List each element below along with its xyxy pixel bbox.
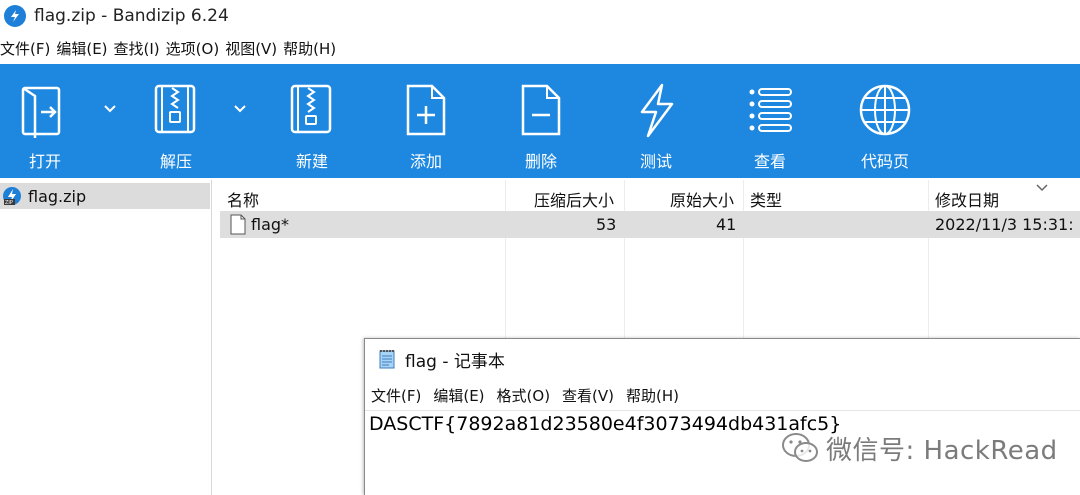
notepad-window: flag - 记事本 文件(F) 编辑(E) 格式(O) 查看(V) 帮助(H)… [364,338,1080,495]
column-header-compressed-size[interactable]: 压缩后大小 [534,187,614,211]
notepad-titlebar: flag - 记事本 [365,339,1080,379]
watermark-text: 微信号: HackRead [826,435,1058,466]
extract-dropdown-chevron-icon[interactable] [232,104,248,114]
bandizip-app-icon [4,5,26,27]
new-archive-button[interactable]: 新建 [262,64,362,178]
view-button[interactable]: 查看 [720,64,820,178]
delete-label: 删除 [524,152,557,171]
test-lightning-icon [640,83,674,138]
notepad-divider [365,410,1080,411]
sort-chevron-down-icon [1036,184,1048,192]
menu-edit[interactable]: 编辑(E) [56,38,111,59]
file-icon [230,214,246,235]
codepage-button[interactable]: 代码页 [835,64,935,178]
open-dropdown-chevron-icon[interactable] [102,104,118,114]
view-list-icon [749,88,792,132]
zip-archive-icon: ZIP [3,187,21,206]
list-header: 名称 压缩后大小 原始大小 类型 修改日期 [218,180,1080,210]
menu-bar: 文件(F) 编辑(E) 查找(I) 选项(O) 视图(V) 帮助(H) [0,34,342,62]
menu-help[interactable]: 帮助(H) [283,38,340,59]
cell-modified: 2022/11/3 15:31: [935,215,1074,234]
column-header-modified[interactable]: 修改日期 [935,187,999,211]
tree-item-flag-zip[interactable]: ZIP flag.zip [0,183,210,209]
watermark: 微信号: HackRead [780,430,1058,466]
svg-text:ZIP: ZIP [5,200,13,206]
new-archive-icon [290,84,332,134]
open-button[interactable]: 打开 [0,64,95,178]
open-label: 打开 [28,152,61,171]
notepad-menu-help[interactable]: 帮助(H) [626,385,679,406]
folder-tree: ZIP flag.zip [0,180,212,495]
cell-original-size: 41 [716,215,737,234]
cell-compressed-size: 53 [596,215,617,234]
cell-name: flag* [251,215,290,234]
menu-file[interactable]: 文件(F) [0,38,54,59]
codepage-globe-icon [859,84,911,136]
notepad-menu-edit[interactable]: 编辑(E) [433,385,484,406]
codepage-label: 代码页 [860,152,909,171]
column-header-type[interactable]: 类型 [750,187,782,211]
column-header-original-size[interactable]: 原始大小 [670,187,734,211]
notepad-title: flag - 记事本 [405,351,505,372]
new-archive-label: 新建 [295,152,328,171]
open-icon [21,86,61,138]
test-button[interactable]: 测试 [606,64,706,178]
tree-item-label: flag.zip [28,186,87,206]
window-titlebar: flag.zip - Bandizip 6.24 [0,0,1080,32]
toolbar: 打开 解压 新建 添加 删除 测试 查看 代码页 [0,64,1080,178]
extract-icon [154,84,196,134]
wechat-icon [782,433,818,462]
add-button[interactable]: 添加 [376,64,476,178]
delete-file-icon [521,84,561,136]
extract-label: 解压 [159,152,192,171]
menu-options[interactable]: 选项(O) [166,38,224,59]
test-label: 测试 [639,152,672,171]
notepad-menu-view[interactable]: 查看(V) [562,385,614,406]
view-label: 查看 [753,152,786,171]
table-row[interactable]: flag* 53 41 2022/11/3 15:31: [220,211,1080,238]
menu-find[interactable]: 查找(I) [114,38,164,59]
notepad-menu-file[interactable]: 文件(F) [371,385,421,406]
window-title: flag.zip - Bandizip 6.24 [34,6,229,26]
add-label: 添加 [409,152,442,171]
menu-view[interactable]: 视图(V) [225,38,281,59]
column-header-name[interactable]: 名称 [227,187,259,211]
extract-button[interactable]: 解压 [126,64,226,178]
delete-button[interactable]: 删除 [491,64,591,178]
notepad-text-area[interactable]: DASCTF{7892a81d23580e4f3073494db431afc5} [369,413,841,435]
notepad-menu-format[interactable]: 格式(O) [497,385,551,406]
notepad-menu-bar: 文件(F) 编辑(E) 格式(O) 查看(V) 帮助(H) [371,383,691,407]
notepad-icon [379,350,395,369]
add-file-icon [406,84,446,136]
